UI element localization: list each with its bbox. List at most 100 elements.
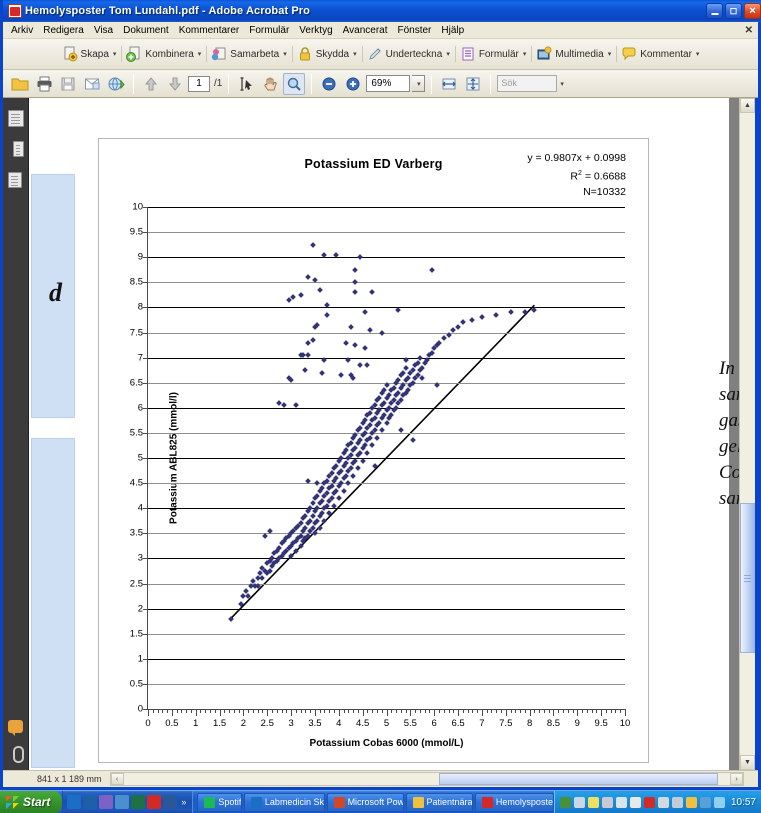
taskbar-task[interactable]: Spotify <box>197 792 242 812</box>
vertical-scrollbar[interactable]: ▲ ▼ <box>739 98 755 770</box>
web-button[interactable] <box>105 73 127 95</box>
network-icon[interactable] <box>573 796 585 808</box>
zoom-in-button[interactable] <box>342 73 364 95</box>
acrobat-icon[interactable] <box>147 795 162 809</box>
toolbar-kombinera[interactable]: Kombinera ▾ <box>121 46 205 62</box>
scroll-up-button[interactable]: ▲ <box>740 98 755 113</box>
next-page-button[interactable] <box>164 73 186 95</box>
excel-icon[interactable] <box>131 795 146 809</box>
chevron-down-icon[interactable]: ▾ <box>283 50 287 58</box>
x-axis-minor-tick <box>472 709 474 713</box>
chevron-down-icon[interactable]: ▾ <box>523 50 527 58</box>
zoom-out-button[interactable] <box>318 73 340 95</box>
toolbar-skydda[interactable]: Skydda ▾ <box>291 46 361 62</box>
toolbar-separator <box>431 73 433 94</box>
app-icon[interactable] <box>643 796 655 808</box>
menu-dokument[interactable]: Dokument <box>118 24 174 37</box>
signature-icon[interactable] <box>7 172 24 189</box>
menu-visa[interactable]: Visa <box>89 24 118 37</box>
text-select-tool-button[interactable] <box>235 73 257 95</box>
toolbar-multimedia[interactable]: Multimedia ▾ <box>531 46 615 62</box>
print-button[interactable] <box>33 73 55 95</box>
pen-icon[interactable] <box>601 796 613 808</box>
window-titlebar[interactable]: Hemolysposter Tom Lundahl.pdf - Adobe Ac… <box>3 0 761 22</box>
search-dropdown-icon[interactable]: ▾ <box>560 80 564 88</box>
scroll-down-button[interactable]: ▼ <box>740 755 755 770</box>
menu-verktyg[interactable]: Verktyg <box>294 24 337 37</box>
search-input[interactable]: Sök <box>497 75 558 92</box>
toolbar-samarbeta[interactable]: Samarbeta ▾ <box>206 46 290 62</box>
close-button[interactable]: ✕ <box>744 3 761 19</box>
maximize-button[interactable]: ◻ <box>725 3 742 19</box>
menu-formular[interactable]: Formulär <box>244 24 294 37</box>
comment-balloon-icon[interactable] <box>8 720 23 736</box>
scroll-right-button[interactable]: › <box>730 773 743 785</box>
chevron-down-icon[interactable]: ▾ <box>446 50 450 58</box>
scroll-left-button[interactable]: ‹ <box>110 773 124 785</box>
clock[interactable]: 10:57 <box>731 797 756 808</box>
bookmark-icon[interactable] <box>8 141 24 158</box>
x-axis-minor-tick <box>424 709 426 713</box>
fit-width-button[interactable] <box>438 73 460 95</box>
minimize-button[interactable] <box>706 3 723 19</box>
fit-page-button[interactable] <box>462 73 484 95</box>
x-axis-minor-tick <box>343 709 345 713</box>
r-squared-label: R <box>570 170 578 183</box>
toolbar-skapa[interactable]: Skapa ▾ <box>58 46 121 62</box>
start-button[interactable]: Start <box>0 790 63 813</box>
zoom-level-input[interactable]: 69% <box>366 75 411 92</box>
volume-mute-icon[interactable] <box>657 796 669 808</box>
outlook-icon[interactable] <box>83 795 98 809</box>
taskbar-task[interactable]: Hemolysposter T... <box>474 792 554 812</box>
chevron-down-icon[interactable]: ▾ <box>113 50 117 58</box>
internet-explorer-icon[interactable] <box>67 795 82 809</box>
toolbar-underteckna[interactable]: Underteckna ▾ <box>361 46 454 62</box>
menu-avancerat[interactable]: Avancerat <box>338 24 393 37</box>
previous-page-button[interactable] <box>140 73 162 95</box>
chevron-down-icon[interactable]: ▾ <box>696 50 700 58</box>
menu-fonster[interactable]: Fönster <box>392 24 436 37</box>
email-button[interactable] <box>81 73 103 95</box>
page-number-input[interactable]: 1 <box>188 75 210 92</box>
y-axis-label: 8.5 <box>129 276 143 288</box>
moon-icon[interactable] <box>587 796 599 808</box>
chevron-down-icon[interactable]: ▾ <box>353 50 357 58</box>
quick-launch-more-icon[interactable]: » <box>181 797 186 807</box>
taskbar-task[interactable]: Microsoft Power... <box>326 792 404 812</box>
toolbar-formular[interactable]: Formulär ▾ <box>454 46 531 62</box>
display-icon[interactable] <box>629 796 641 808</box>
hand-tool-button[interactable] <box>259 73 281 95</box>
x-axis-minor-tick <box>181 709 183 713</box>
zoom-dropdown-button[interactable]: ▾ <box>412 75 426 92</box>
open-file-button[interactable] <box>9 73 31 95</box>
chevron-down-icon[interactable]: ▾ <box>198 50 202 58</box>
sync-icon[interactable] <box>713 796 725 808</box>
x-axis-minor-tick <box>210 709 211 713</box>
marquee-zoom-tool-button[interactable] <box>283 72 306 95</box>
media-icon[interactable] <box>99 795 114 809</box>
menu-hjalp[interactable]: Hjälp <box>436 24 469 37</box>
horizontal-scrollbar-thumb[interactable] <box>439 773 718 785</box>
menu-redigera[interactable]: Redigera <box>38 24 89 37</box>
taskbar-task[interactable]: Patientnära 12 <box>405 792 473 812</box>
paperclip-icon[interactable] <box>9 745 24 763</box>
word-icon[interactable] <box>163 795 178 809</box>
shield-icon[interactable] <box>559 796 571 808</box>
menu-arkiv[interactable]: Arkiv <box>6 24 38 37</box>
menu-kommentarer[interactable]: Kommentarer <box>174 24 245 37</box>
monitor-icon[interactable] <box>699 796 711 808</box>
save-button[interactable] <box>57 73 79 95</box>
info-icon[interactable] <box>685 796 697 808</box>
horizontal-scrollbar[interactable]: ‹ › <box>109 772 744 786</box>
vertical-scrollbar-thumb[interactable] <box>740 503 755 653</box>
document-viewport[interactable]: d In H sam gas gel, Con sam Potassium ED… <box>29 98 745 770</box>
pages-icon[interactable] <box>7 110 24 127</box>
poster-text-fragment-left: d <box>49 278 62 307</box>
taskbar-task[interactable]: Labmedicin Skån... <box>243 792 325 812</box>
network-disconnected-icon[interactable] <box>671 796 683 808</box>
desktop-icon[interactable] <box>115 795 130 809</box>
toolbar-kommentar[interactable]: Kommentar ▾ <box>616 46 703 62</box>
chevron-down-icon[interactable]: ▾ <box>608 50 612 58</box>
close-document-icon[interactable]: ✕ <box>745 25 753 36</box>
wifi-icon[interactable] <box>615 796 627 808</box>
